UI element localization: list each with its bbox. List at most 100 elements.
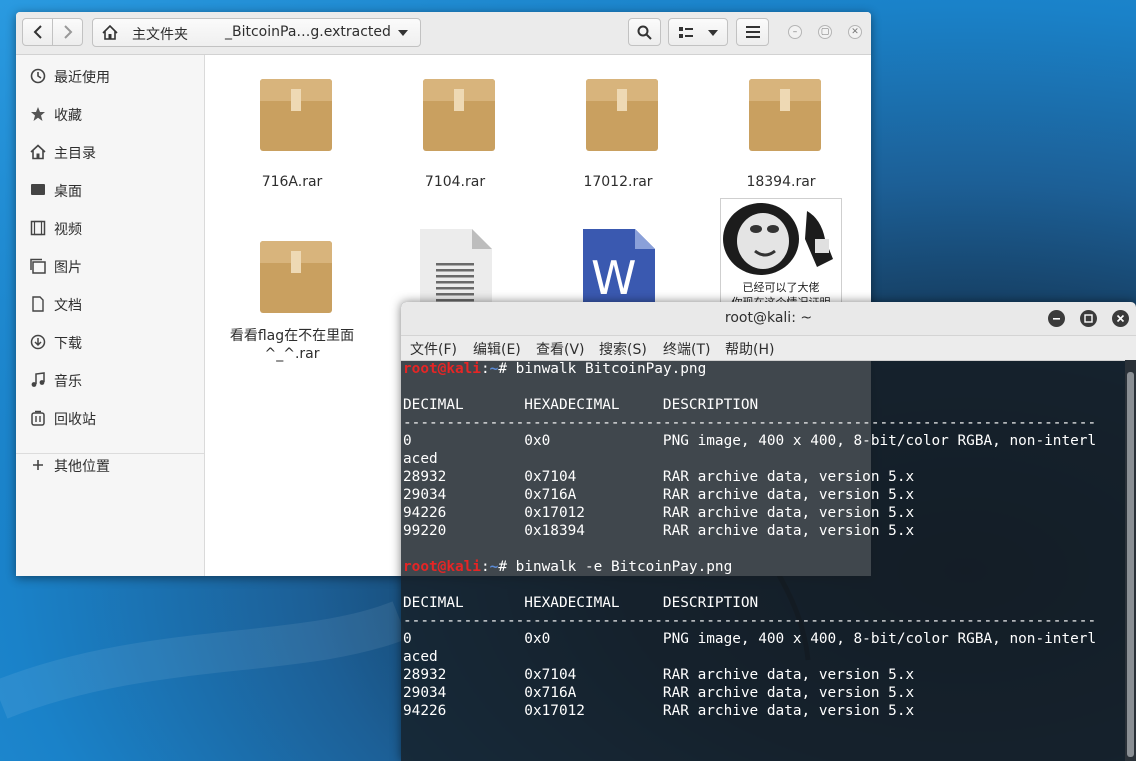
terminal-output-line: 29034 0x716A RAR archive data, version 5…: [403, 685, 915, 701]
sidebar-item-label: 视频: [54, 222, 82, 238]
terminal-title: root@kali: ~: [724, 310, 813, 326]
search-icon: [637, 25, 652, 40]
sidebar-item-music[interactable]: 音乐: [16, 363, 204, 399]
sidebar-item-label: 主目录: [54, 146, 96, 162]
terminal-output-line: 99220 0x18394 RAR archive data, version …: [403, 523, 915, 539]
sidebar-item-label: 图片: [54, 260, 82, 276]
star-icon: [31, 107, 45, 121]
chevron-down-icon[interactable]: [398, 30, 408, 36]
terminal-output-line: aced: [403, 649, 438, 665]
menu-button[interactable]: [736, 18, 769, 46]
sidebar-item-label: 回收站: [54, 412, 96, 428]
menu-help[interactable]: 帮助(H): [725, 339, 774, 359]
sidebar-item-desktop[interactable]: 桌面: [16, 173, 204, 209]
sidebar-item-other-locations[interactable]: 其他位置: [16, 448, 204, 484]
file-name: 18394.rar: [746, 174, 816, 190]
sidebar-item-label: 最近使用: [54, 70, 110, 86]
maximize-button[interactable]: ▢: [818, 25, 832, 39]
search-button[interactable]: [628, 18, 661, 46]
terminal-prompt-line: root@kali:~# binwalk -e BitcoinPay.png: [403, 558, 732, 576]
terminal-command: binwalk BitcoinPay.png: [515, 361, 707, 377]
menu-terminal[interactable]: 终端(T): [663, 339, 710, 359]
maximize-icon: [1084, 314, 1093, 323]
maximize-button[interactable]: [1080, 310, 1097, 327]
image-thumbnail[interactable]: 已经可以了大佬 你现在这个情况证明: [720, 198, 842, 304]
chevron-left-icon: [33, 25, 42, 39]
chevron-down-icon: [708, 30, 718, 36]
file-name: 7104.rar: [424, 174, 486, 190]
file-name: 716A.rar: [261, 174, 323, 190]
prompt-separator: :: [480, 559, 490, 575]
terminal-output-line: 28932 0x7104 RAR archive data, version 5…: [403, 667, 915, 683]
film-icon: [30, 220, 46, 236]
menu-search[interactable]: 搜索(S): [599, 339, 647, 359]
close-button[interactable]: [1112, 310, 1129, 327]
sidebar-item-label: 文档: [54, 298, 82, 314]
file-name: 看看flag在不在里面 ^_^.rar: [227, 327, 357, 363]
minimize-icon: [1053, 318, 1060, 320]
view-options-button[interactable]: [668, 18, 728, 46]
music-icon: [31, 372, 45, 387]
home-icon: [30, 144, 46, 160]
terminal-output-line: 94226 0x17012 RAR archive data, version …: [403, 505, 915, 521]
terminal-screen[interactable]: root@kali:~# binwalk BitcoinPay.png DECI…: [401, 360, 1125, 761]
archive-icon: [749, 79, 821, 151]
terminal-output-line: 94226 0x17012 RAR archive data, version …: [403, 703, 915, 719]
menu-edit[interactable]: 编辑(E): [473, 339, 521, 359]
home-icon: [102, 25, 118, 40]
terminal-output-line: 29034 0x716A RAR archive data, version 5…: [403, 487, 915, 503]
terminal-output-rule: ----------------------------------------…: [403, 613, 1097, 629]
terminal-output-rule: ----------------------------------------…: [403, 415, 1097, 431]
menu-file[interactable]: 文件(F): [410, 339, 457, 359]
close-button[interactable]: ✕: [848, 25, 862, 39]
close-icon: ✕: [851, 26, 859, 37]
sidebar-item-label: 收藏: [54, 108, 82, 124]
menu-view[interactable]: 查看(V): [536, 339, 585, 359]
download-icon: [30, 334, 46, 350]
hamburger-icon: [745, 26, 760, 38]
image-icon: [30, 258, 46, 274]
path-segment-home[interactable]: 主文件夹: [132, 24, 188, 44]
sidebar-item-downloads[interactable]: 下载: [16, 325, 204, 361]
thumbnail-caption-line: 已经可以了大佬: [742, 281, 820, 294]
sidebar-item-label: 音乐: [54, 374, 82, 390]
sidebar-item-starred[interactable]: 收藏: [16, 97, 204, 133]
terminal-prompt-line: root@kali:~# binwalk BitcoinPay.png: [403, 360, 706, 378]
terminal-output-line: aced: [403, 451, 438, 467]
terminal-command: binwalk -e BitcoinPay.png: [515, 559, 733, 575]
prompt-separator: :: [480, 361, 490, 377]
trash-icon: [31, 410, 45, 426]
sidebar-item-label: 下载: [54, 336, 82, 352]
terminal-output-header: DECIMAL HEXADECIMAL DESCRIPTION: [403, 397, 759, 413]
svg-text:W: W: [591, 251, 636, 305]
scrollbar-thumb[interactable]: [1127, 372, 1134, 757]
path-bar[interactable]: 主文件夹 _BitcoinPa…g.extracted: [92, 18, 421, 47]
minimize-button[interactable]: –: [788, 25, 802, 39]
document-icon: [32, 296, 44, 312]
terminal-scrollbar[interactable]: [1125, 360, 1136, 761]
sidebar-item-pictures[interactable]: 图片: [16, 249, 204, 285]
file-manager-headerbar: 主文件夹 _BitcoinPa…g.extracted – ▢ ✕: [16, 12, 871, 55]
sidebar-item-documents[interactable]: 文档: [16, 287, 204, 323]
forward-button[interactable]: [52, 18, 83, 46]
sidebar-item-recent[interactable]: 最近使用: [16, 59, 204, 95]
terminal-window: root@kali: ~ 文件(F) 编辑(E) 查看(V) 搜索(S) 终端(…: [401, 302, 1136, 761]
file-name: 17012.rar: [583, 174, 653, 190]
sidebar-item-label: 其他位置: [54, 459, 110, 475]
file-name-line: ^_^.rar: [264, 346, 320, 362]
path-segment-current[interactable]: _BitcoinPa…g.extracted: [225, 24, 391, 40]
archive-icon: [586, 79, 658, 151]
clock-icon: [30, 68, 46, 84]
terminal-output-line: 0 0x0 PNG image, 400 x 400, 8-bit/color …: [403, 433, 1097, 449]
back-button[interactable]: [22, 18, 53, 46]
prompt-user: root@kali: [403, 361, 481, 377]
sidebar: 最近使用 收藏 主目录 桌面 视频 图片 文档 下载 音乐 回收站 其他位置: [16, 55, 205, 576]
prompt-symbol: #: [498, 559, 516, 575]
sidebar-item-videos[interactable]: 视频: [16, 211, 204, 247]
minimize-button[interactable]: [1048, 310, 1065, 327]
sidebar-item-trash[interactable]: 回收站: [16, 401, 204, 437]
close-icon: [1116, 314, 1125, 323]
chevron-right-icon: [63, 25, 72, 39]
terminal-titlebar: root@kali: ~: [401, 302, 1136, 336]
sidebar-item-home[interactable]: 主目录: [16, 135, 204, 171]
